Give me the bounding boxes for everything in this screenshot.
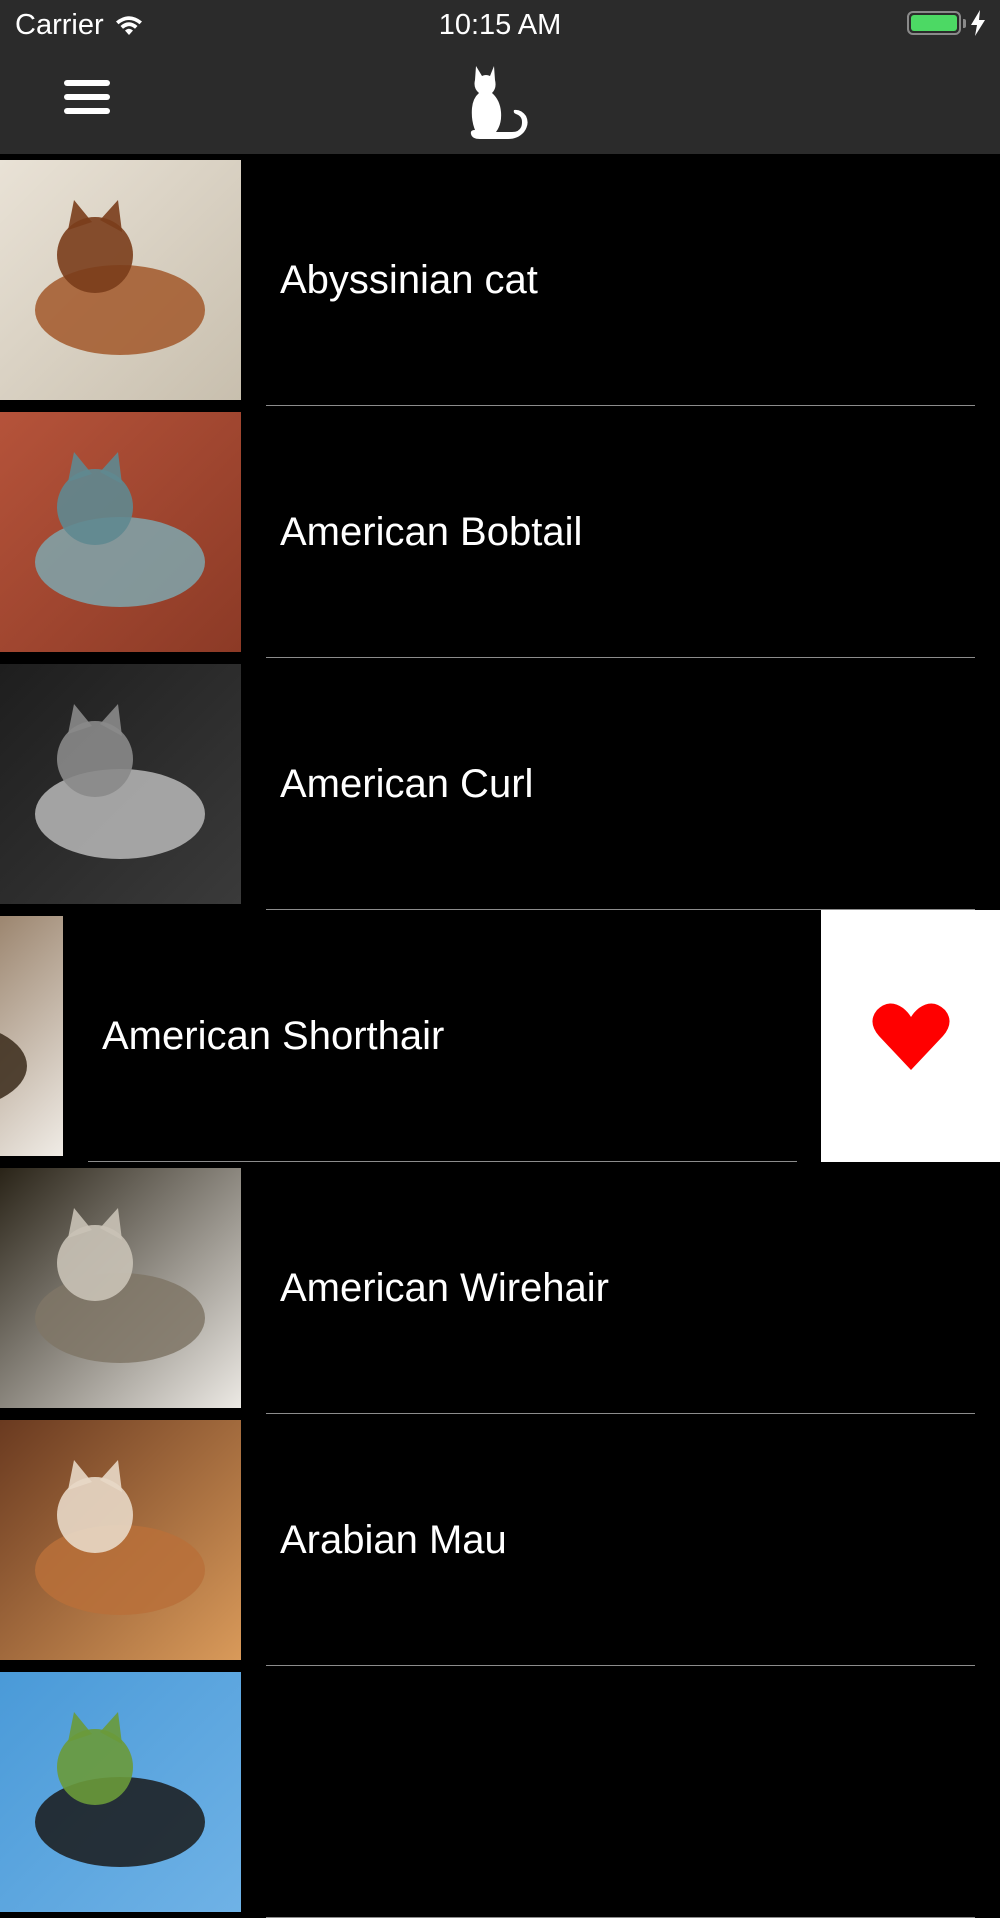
list-item[interactable]: American Curl (0, 658, 1000, 910)
cat-silhouette-icon (470, 66, 528, 139)
breed-name: American Shorthair (102, 1014, 445, 1058)
breed-name: American Curl (280, 762, 534, 806)
battery-icon (907, 11, 961, 35)
battery-nub (963, 18, 966, 28)
breed-name: Arabian Mau (280, 1518, 507, 1562)
heart-icon (871, 1003, 950, 1070)
charging-bolt-icon (971, 10, 985, 36)
breed-name: Abyssinian cat (280, 258, 538, 302)
breed-photo (0, 412, 241, 652)
list-item[interactable]: American Bobtail (0, 406, 1000, 658)
breed-photo (0, 664, 241, 904)
breed-photo (0, 1672, 241, 1912)
breed-photo (0, 160, 241, 400)
list-item[interactable]: American Wirehair (0, 1162, 1000, 1414)
status-time: 10:15 AM (438, 9, 562, 41)
list-item[interactable]: Abyssinian cat (0, 154, 1000, 406)
navigation-bar (0, 50, 1000, 154)
list-item[interactable]: American Shorthair (0, 910, 1000, 1162)
battery-level (911, 15, 957, 31)
status-bar: Carrier 10:15 AM (0, 0, 1000, 50)
breed-photo (0, 916, 63, 1156)
breed-name: American Wirehair (280, 1266, 609, 1310)
battery-indicator (907, 10, 986, 36)
list-item[interactable] (0, 1666, 1000, 1918)
breed-photo (0, 1168, 241, 1408)
favorite-button[interactable] (821, 910, 1000, 1162)
breed-name: American Bobtail (280, 510, 583, 554)
list-item[interactable]: Arabian Mau (0, 1414, 1000, 1666)
breed-photo (0, 1420, 241, 1660)
hamburger-menu-icon[interactable] (60, 80, 114, 124)
